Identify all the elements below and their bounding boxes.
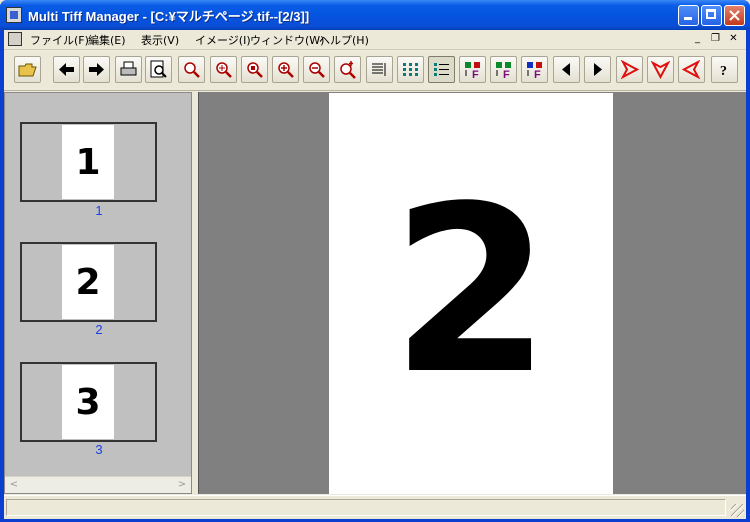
thumbnail-label: 3 xyxy=(95,442,103,457)
zoom-icon xyxy=(184,62,200,78)
thumbnail-glyph: 2 xyxy=(75,262,101,303)
resize-grip-icon[interactable] xyxy=(731,504,744,517)
rotate-right-button[interactable] xyxy=(616,56,643,83)
thumbnail-image: 1 xyxy=(62,125,114,199)
rotate-left-button[interactable] xyxy=(678,56,705,83)
horizontal-scrollbar[interactable]: < > xyxy=(5,476,191,493)
forward-button[interactable] xyxy=(83,56,110,83)
page-move-down-button[interactable]: F xyxy=(490,56,517,83)
mdi-close-button[interactable]: ✕ xyxy=(726,32,741,46)
thumbnail-pane[interactable]: 1 1 2 2 3 3 < > xyxy=(4,92,192,494)
help-button[interactable]: ? xyxy=(711,56,738,83)
menu-edit[interactable]: 編集(E) xyxy=(88,32,126,48)
print-button[interactable] xyxy=(115,56,142,83)
open-button[interactable] xyxy=(14,56,41,83)
view-list-icon xyxy=(372,63,386,76)
print-preview-icon xyxy=(150,60,167,78)
thumbnail-image: 2 xyxy=(62,245,114,319)
next-page-button[interactable] xyxy=(584,56,611,83)
page-image: 2 xyxy=(329,93,613,494)
zoom-button[interactable] xyxy=(178,56,205,83)
rotate-left-icon xyxy=(682,60,701,79)
menu-view[interactable]: 表示(V) xyxy=(141,32,179,48)
thumbnail-label: 1 xyxy=(95,203,103,218)
app-window: Multi Tiff Manager - [C:¥マルチページ.tif--[2/… xyxy=(0,0,750,522)
svg-text:F: F xyxy=(503,69,510,79)
next-page-icon xyxy=(594,63,602,76)
svg-text:F: F xyxy=(534,69,541,79)
thumbnail-glyph: 3 xyxy=(75,382,101,423)
mdi-restore-button[interactable]: ❐ xyxy=(708,32,723,46)
minimize-button[interactable] xyxy=(678,5,699,26)
page-insert-icon: F xyxy=(527,62,542,79)
page-move-down-icon: F xyxy=(496,62,511,79)
document-icon[interactable] xyxy=(8,32,22,46)
arrow-left-icon xyxy=(59,63,74,76)
arrow-right-icon xyxy=(89,63,104,76)
rotate-down-button[interactable] xyxy=(647,56,674,83)
status-bar xyxy=(4,495,746,519)
view-details-button[interactable] xyxy=(428,56,455,83)
zoom-in-button[interactable] xyxy=(272,56,299,83)
svg-text:?: ? xyxy=(720,64,727,79)
print-preview-button[interactable] xyxy=(145,56,172,83)
thumbnail-image: 3 xyxy=(62,365,114,439)
scroll-left-icon[interactable]: < xyxy=(7,478,21,492)
view-thumbnails-button[interactable] xyxy=(397,56,424,83)
zoom-in-icon xyxy=(278,62,294,78)
back-button[interactable] xyxy=(53,56,80,83)
page-move-up-icon: F xyxy=(465,62,480,79)
thumbnail-label: 2 xyxy=(95,322,103,337)
page-glyph: 2 xyxy=(390,158,552,425)
page-move-up-button[interactable]: F xyxy=(459,56,486,83)
scroll-right-icon[interactable]: > xyxy=(175,478,189,492)
thumbnail-page-3[interactable]: 3 xyxy=(20,362,157,442)
zoom-actual-button[interactable] xyxy=(241,56,268,83)
thumbnail-page-1[interactable]: 1 xyxy=(20,122,157,202)
help-icon: ? xyxy=(720,64,727,79)
close-icon xyxy=(729,10,740,21)
prev-page-button[interactable] xyxy=(553,56,580,83)
rotate-right-icon xyxy=(620,60,639,79)
app-icon[interactable] xyxy=(6,7,22,23)
menu-file[interactable]: ファイル(F) xyxy=(30,32,89,48)
thumbnail-glyph: 1 xyxy=(75,142,101,183)
prev-page-icon xyxy=(562,63,570,76)
zoom-custom-icon xyxy=(340,61,356,79)
rotate-down-icon xyxy=(651,60,670,79)
window-title: Multi Tiff Manager - [C:¥マルチページ.tif--[2/… xyxy=(28,9,310,24)
open-folder-icon xyxy=(18,63,37,77)
menu-window[interactable]: ウィンドウ(W) xyxy=(250,32,324,48)
title-bar[interactable]: Multi Tiff Manager - [C:¥マルチページ.tif--[2/… xyxy=(0,0,750,30)
status-text xyxy=(6,499,726,516)
view-details-icon xyxy=(434,63,449,76)
zoom-custom-button[interactable] xyxy=(334,56,361,83)
maximize-button[interactable] xyxy=(701,5,722,26)
page-insert-button[interactable]: F xyxy=(521,56,548,83)
zoom-fit-icon xyxy=(216,62,232,78)
close-button[interactable] xyxy=(724,5,745,26)
zoom-out-icon xyxy=(309,62,325,78)
zoom-fit-button[interactable] xyxy=(210,56,237,83)
toolbar: F F F ? xyxy=(4,50,746,91)
view-thumbnails-icon xyxy=(403,63,418,76)
menu-bar: ファイル(F) 編集(E) 表示(V) イメージ(I) ウィンドウ(W) ヘルプ… xyxy=(4,30,746,50)
view-list-button[interactable] xyxy=(366,56,393,83)
mdi-minimize-button[interactable]: _ xyxy=(690,32,705,46)
image-viewer[interactable]: 2 xyxy=(198,92,746,494)
menu-image[interactable]: イメージ(I) xyxy=(195,32,251,48)
zoom-out-button[interactable] xyxy=(303,56,330,83)
print-icon xyxy=(120,61,137,76)
zoom-actual-icon xyxy=(247,62,263,78)
svg-text:F: F xyxy=(472,69,479,79)
menu-help[interactable]: ヘルプ(H) xyxy=(319,32,369,48)
thumbnail-page-2[interactable]: 2 xyxy=(20,242,157,322)
